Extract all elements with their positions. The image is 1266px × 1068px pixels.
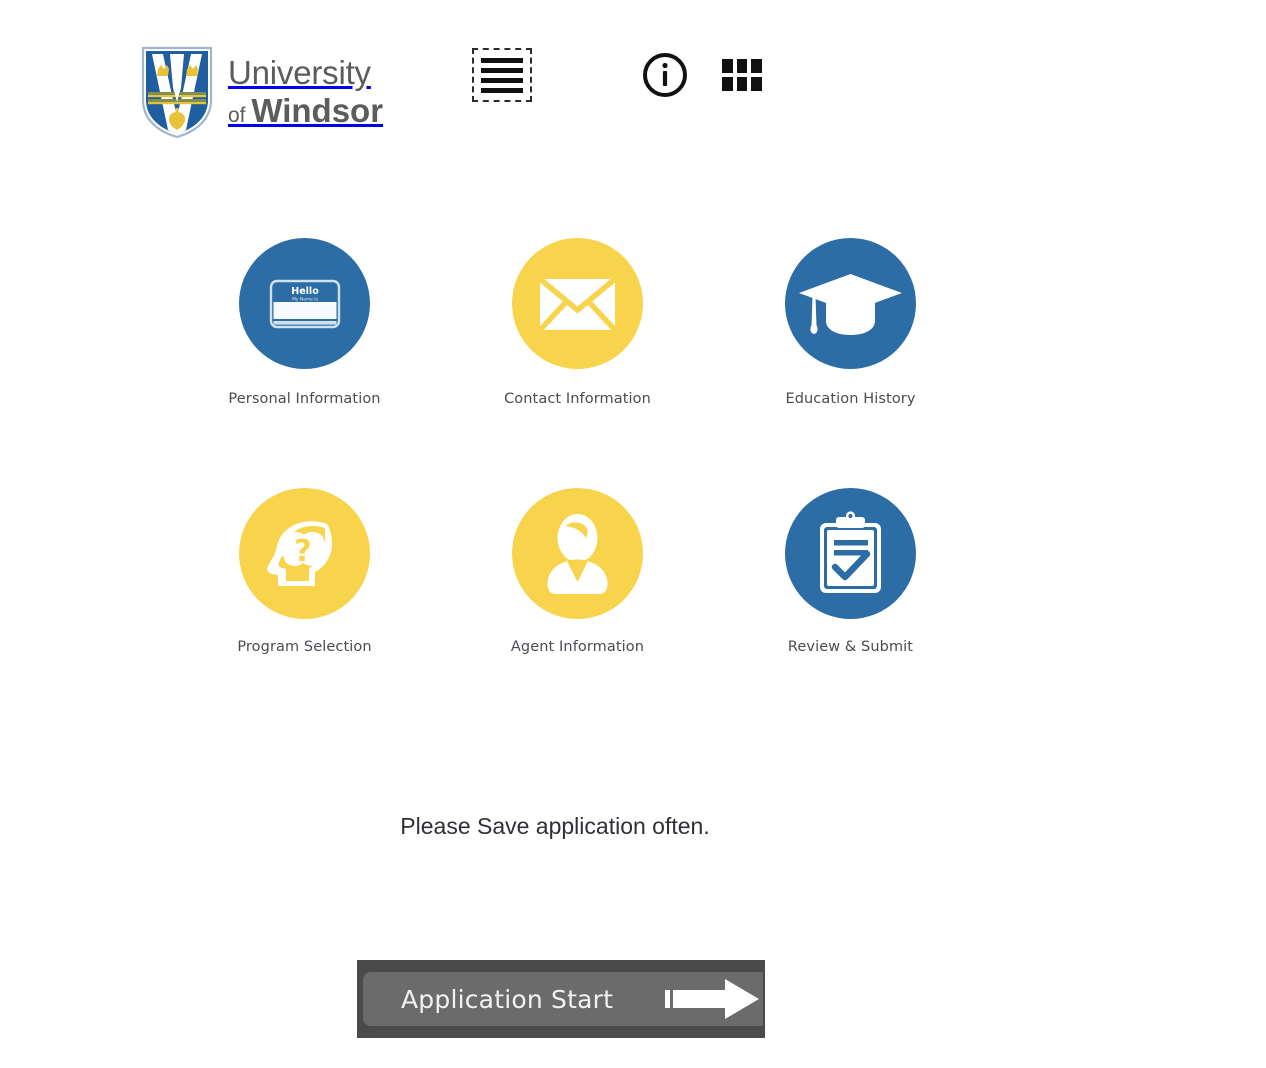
- hamburger-menu-button[interactable]: [472, 48, 532, 102]
- tile-row-1: Hello My Name Is Personal Information Co…: [168, 238, 988, 407]
- tile-label: Program Selection: [237, 639, 372, 655]
- clipboard-check-icon: [820, 511, 881, 593]
- info-circle-icon: [643, 53, 687, 97]
- education-history-circle: [785, 238, 916, 369]
- brand-line-university: University: [228, 54, 371, 91]
- review-submit-circle: [785, 488, 916, 619]
- tile-label: Education History: [785, 391, 916, 407]
- svg-text:My Name Is: My Name Is: [292, 297, 318, 303]
- apps-grid-cell: [736, 59, 748, 73]
- name-tag-icon: Hello My Name Is: [269, 279, 341, 329]
- apps-grid-icon: [722, 59, 733, 73]
- person-icon: [547, 514, 608, 594]
- agent-information-circle: [512, 488, 643, 619]
- page-header: University of Windsor: [0, 0, 1266, 165]
- application-start-button-face: Application Start: [363, 972, 763, 1026]
- svg-text:Hello: Hello: [291, 286, 319, 297]
- tile-program-selection[interactable]: ? Program Selection: [168, 488, 441, 655]
- brand-windsor-word: Windsor: [251, 92, 384, 129]
- personal-information-circle: Hello My Name Is: [239, 238, 370, 369]
- brand-wordmark: University of Windsor: [228, 56, 383, 127]
- tile-label: Personal Information: [228, 391, 381, 407]
- head-brain-question-icon: ?: [267, 521, 332, 586]
- apps-grid-cell: [736, 77, 748, 91]
- svg-text:?: ?: [294, 534, 311, 569]
- apps-grid-cell: [722, 77, 733, 91]
- tile-agent-information[interactable]: Agent Information: [441, 488, 714, 655]
- tile-education-history[interactable]: Education History: [714, 238, 987, 407]
- header-icon-bar: [472, 48, 762, 102]
- brand-logo-link[interactable]: University of Windsor: [140, 44, 383, 139]
- save-reminder-text: Please Save application often.: [400, 813, 710, 839]
- uwindsor-shield-icon: [141, 46, 213, 139]
- envelope-icon: [537, 276, 618, 332]
- tile-label: Agent Information: [510, 639, 645, 655]
- tile-row-2: ? Program Selection Agent Information Re…: [168, 488, 988, 655]
- tile-personal-information[interactable]: Hello My Name Is Personal Information: [168, 238, 441, 407]
- contact-information-circle: [512, 238, 643, 369]
- application-start-label: Application Start: [401, 984, 614, 1014]
- application-section-grid: Hello My Name Is Personal Information Co…: [168, 238, 988, 655]
- info-button[interactable]: [642, 52, 688, 98]
- apps-grid-button[interactable]: [722, 59, 762, 91]
- graduation-cap-icon: [799, 274, 902, 335]
- tile-contact-information[interactable]: Contact Information: [441, 238, 714, 407]
- arrow-right-icon: [665, 979, 760, 1019]
- program-selection-circle: ?: [239, 488, 370, 619]
- hamburger-menu-icon: [472, 48, 532, 102]
- apps-grid-cell: [751, 59, 762, 73]
- tile-label: Review & Submit: [787, 639, 914, 655]
- tile-review-submit[interactable]: Review & Submit: [714, 488, 987, 655]
- tile-label: Contact Information: [504, 391, 651, 407]
- brand-line-of-windsor: of Windsor: [228, 94, 383, 127]
- brand-of-word: of: [228, 104, 252, 127]
- apps-grid-cell: [751, 77, 762, 91]
- application-start-button[interactable]: Application Start: [357, 960, 765, 1038]
